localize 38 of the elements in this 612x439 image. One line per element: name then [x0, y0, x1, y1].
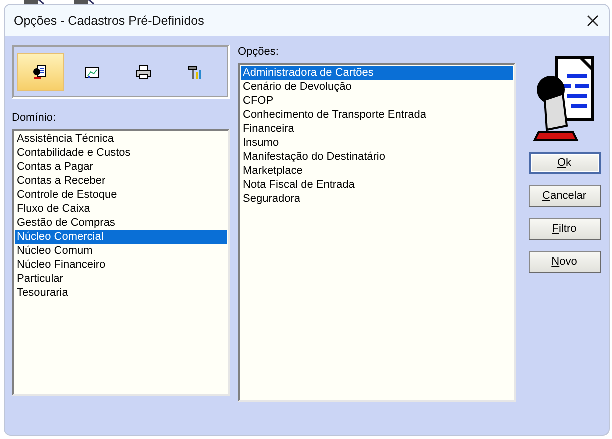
dialog-button[interactable]: Cancelar: [528, 185, 601, 207]
list-item[interactable]: Núcleo Comercial: [15, 230, 227, 244]
desktop-icon[interactable]: [74, 0, 96, 5]
list-item[interactable]: Seguradora: [241, 192, 514, 206]
list-item[interactable]: Gestão de Compras: [15, 216, 227, 230]
person-document-icon: [31, 64, 50, 80]
list-item[interactable]: Marketplace: [241, 164, 514, 178]
list-item[interactable]: Cenário de Devolução: [241, 80, 514, 94]
list-item[interactable]: Nota Fiscal de Entrada: [241, 178, 514, 192]
list-item[interactable]: Controle de Estoque: [15, 188, 227, 202]
window-title: Opções - Cadastros Pré-Definidos: [14, 14, 204, 28]
list-item[interactable]: Financeira: [241, 122, 514, 136]
dialog-button[interactable]: Filtro: [528, 218, 601, 240]
list-item[interactable]: Assistência Técnica: [15, 132, 227, 146]
list-item[interactable]: Tesouraria: [15, 286, 227, 300]
close-icon[interactable]: [587, 14, 599, 26]
list-item[interactable]: Administradora de Cartões: [241, 66, 514, 80]
list-item[interactable]: Conhecimento de Transporte Entrada: [241, 108, 514, 122]
printer-icon: [135, 64, 154, 80]
options-label: Opções:: [238, 45, 280, 59]
list-item[interactable]: Fluxo de Caixa: [15, 202, 227, 216]
list-item[interactable]: CFOP: [241, 94, 514, 108]
list-item[interactable]: Manifestação do Destinatário: [241, 150, 514, 164]
person-document-icon: [532, 54, 597, 144]
list-item[interactable]: Contas a Pagar: [15, 160, 227, 174]
list-item[interactable]: Particular: [15, 272, 227, 286]
toolbar-button[interactable]: [17, 53, 64, 91]
list-item[interactable]: Núcleo Financeiro: [15, 258, 227, 272]
domain-label: Domínio:: [12, 111, 58, 125]
list-item[interactable]: Contas a Receber: [15, 174, 227, 188]
dialog-button[interactable]: Ok: [528, 152, 601, 174]
desktop-icon[interactable]: [24, 0, 46, 5]
options-list[interactable]: Administradora de Cartões Cenário de Devolução CFOP Conhecimento de Transporte Entrada Financeira Insumo Manifestação do Destinatário Marketplace Nota Fiscal de Entrada Seguradora: [238, 63, 516, 402]
list-item[interactable]: Núcleo Comum: [15, 244, 227, 258]
dialog-button[interactable]: Novo: [528, 251, 601, 273]
domain-list[interactable]: Assistência Técnica Contabilidade e Custos Contas a Pagar Contas a Receber Controle de Estoque Fluxo de Caixa Gestão de Compras Núcleo Comercial Núcleo Comum Núcleo Financeiro Particular Tesouraria: [12, 129, 230, 396]
list-item[interactable]: Contabilidade e Custos: [15, 146, 227, 160]
list-item[interactable]: Insumo: [241, 136, 514, 150]
